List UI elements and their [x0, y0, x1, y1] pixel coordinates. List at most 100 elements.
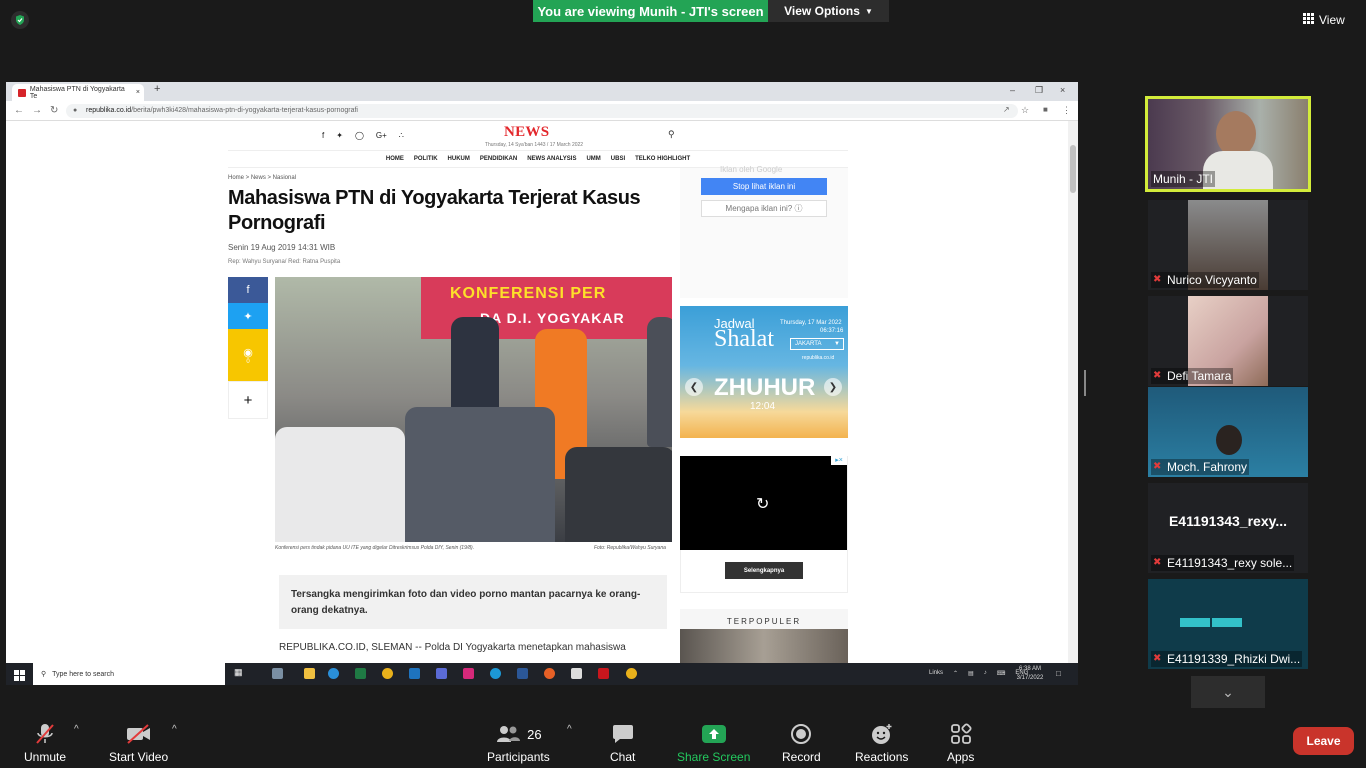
taskbar-search[interactable]: ⚲ Type here to search — [33, 663, 225, 685]
next-arrow-icon[interactable]: ❯ — [824, 378, 842, 396]
participant-tile[interactable]: ✖ Defi Tamara — [1148, 296, 1308, 386]
adchoices-icon[interactable]: ▸× — [831, 456, 847, 465]
close-window-icon[interactable]: × — [1060, 85, 1065, 95]
security-shield-icon[interactable] — [11, 11, 29, 29]
chat-button[interactable]: Chat — [610, 722, 635, 764]
acrobat-icon[interactable] — [598, 668, 609, 679]
mail-icon[interactable] — [409, 668, 420, 679]
participant-tile-active[interactable]: Munih - JTI — [1145, 96, 1311, 192]
chrome-active-icon[interactable] — [626, 668, 637, 679]
apps-button[interactable]: Apps — [947, 722, 974, 764]
shalat-clock: 06:37:16 — [820, 328, 844, 334]
participant-tile[interactable]: ▬▬ ✖ E41191339_Rhizki Dwi... — [1148, 579, 1308, 669]
participants-page-down-button[interactable]: ⌄ — [1191, 676, 1265, 708]
settings-icon[interactable] — [571, 668, 582, 679]
view-button[interactable]: View — [1303, 10, 1357, 30]
participants-button[interactable]: 26 Participants — [487, 722, 550, 764]
prev-arrow-icon[interactable]: ❮ — [685, 378, 703, 396]
participant-big-name: E41191343_rexy... — [1168, 513, 1288, 529]
browser-tab[interactable]: Mahasiswa PTN di Yogyakarta Te × — [12, 84, 144, 101]
forward-icon[interactable]: → — [32, 105, 42, 116]
participants-label: Participants — [487, 750, 550, 764]
links-label[interactable]: Links — [929, 670, 943, 677]
edge-icon[interactable] — [328, 668, 339, 679]
minimize-icon[interactable]: – — [1010, 85, 1015, 95]
facebook-icon[interactable]: f — [322, 131, 324, 140]
network-icon[interactable]: ▤ — [968, 670, 974, 677]
app-icon[interactable] — [272, 668, 283, 679]
share-facebook-button[interactable]: f — [228, 277, 268, 303]
notification-icon[interactable]: □ — [1056, 669, 1061, 678]
participant-tile[interactable]: ✖ Nurico Vicyyanto — [1148, 200, 1308, 290]
nav-item[interactable]: HUKUM — [448, 156, 470, 162]
volume-icon[interactable]: ♪ — [984, 670, 987, 677]
rss-icon[interactable]: ∴ — [399, 131, 404, 140]
windows-start-icon[interactable] — [14, 668, 25, 685]
share-icon[interactable]: ↗ — [1003, 105, 1010, 114]
tab-title: Mahasiswa PTN di Yogyakarta Te — [29, 85, 125, 100]
share-twitter-button[interactable]: ✦ — [228, 303, 268, 329]
menu-dots-icon[interactable]: ⋮ — [1062, 105, 1071, 116]
instagram-icon[interactable]: ◯ — [355, 131, 364, 140]
more-share-button[interactable]: + — [228, 381, 268, 419]
replay-icon[interactable]: ↻ — [756, 494, 769, 514]
ie-icon[interactable] — [490, 668, 501, 679]
url-field[interactable]: ● republika.co.id/berita/pwh3ki428/mahas… — [66, 104, 1018, 118]
person-figure — [565, 447, 672, 542]
participants-caret-icon[interactable]: ^ — [567, 724, 572, 735]
taskbar-clock[interactable]: 6:38 AM 3/17/2022 — [1010, 665, 1050, 683]
excel-icon[interactable] — [355, 668, 366, 679]
back-icon[interactable]: ← — [14, 105, 24, 116]
comment-button[interactable]: ◉ 0 — [228, 329, 268, 381]
read-more-button[interactable]: Selengkapnya — [725, 562, 803, 579]
google-plus-icon[interactable]: G+ — [376, 131, 387, 140]
nav-item[interactable]: NEWS ANALYSIS — [527, 156, 576, 162]
record-button[interactable]: Record — [782, 722, 821, 764]
file-explorer-icon[interactable] — [304, 668, 315, 679]
video-player[interactable]: ↻ ▸× — [680, 456, 847, 550]
store-icon[interactable] — [436, 668, 447, 679]
participant-tile[interactable]: ✖ Moch. Fahrony — [1148, 387, 1308, 477]
video-options-caret-icon[interactable]: ^ — [172, 724, 177, 735]
word-icon[interactable] — [517, 668, 528, 679]
stop-ad-button[interactable]: Stop lihat iklan ini — [701, 178, 827, 195]
nav-item[interactable]: POLITIK — [414, 156, 438, 162]
share-screen-button[interactable]: Share Screen — [677, 722, 750, 764]
reactions-button[interactable]: Reactions — [855, 722, 908, 764]
start-video-button[interactable]: Start Video — [109, 722, 168, 764]
bookmark-star-icon[interactable]: ☆ — [1021, 105, 1029, 116]
scrollbar-thumb[interactable] — [1070, 145, 1076, 193]
tray-icon[interactable]: ⌃ — [953, 670, 958, 677]
city-select[interactable]: JAKARTA ▼ — [790, 338, 844, 350]
panel-resize-handle[interactable] — [1084, 370, 1086, 396]
page-scrollbar[interactable] — [1068, 121, 1078, 663]
search-icon[interactable]: ⚲ — [668, 129, 675, 140]
audio-options-caret-icon[interactable]: ^ — [74, 724, 79, 735]
participant-tile[interactable]: E41191343_rexy... ✖ E41191343_rexy sole..… — [1148, 483, 1308, 573]
view-options-button[interactable]: View Options ▼ — [768, 0, 889, 22]
nav-item[interactable]: HOME — [386, 156, 404, 162]
chrome-icon[interactable] — [382, 668, 393, 679]
extension-icon[interactable]: ■ — [1043, 105, 1048, 114]
article-photo[interactable]: KONFERENSI PER DA D.I. YOGYAKAR — [275, 277, 672, 542]
keyboard-icon[interactable]: ⌨ — [997, 670, 1006, 677]
participant-name: ✖ Nurico Vicyyanto — [1151, 272, 1259, 288]
nav-item[interactable]: UBSI — [611, 156, 625, 162]
reload-icon[interactable]: ↻ — [50, 105, 58, 116]
maximize-icon[interactable]: ❐ — [1035, 85, 1043, 96]
terpopuler-image[interactable] — [680, 629, 848, 663]
nav-item[interactable]: PENDIDIKAN — [480, 156, 517, 162]
twitter-icon[interactable]: ✦ — [336, 131, 343, 140]
why-ad-button[interactable]: Mengapa iklan ini? ⓘ — [701, 200, 827, 217]
leave-button[interactable]: Leave — [1293, 727, 1354, 755]
site-logo[interactable]: NEWS — [504, 124, 549, 141]
close-tab-icon[interactable]: × — [136, 89, 140, 96]
nav-item[interactable]: TELKO HIGHLIGHT — [635, 156, 690, 162]
breadcrumb[interactable]: Home > News > Nasional — [228, 175, 296, 181]
instagram-icon[interactable] — [463, 668, 474, 679]
task-view-icon[interactable]: ▦ — [234, 667, 243, 678]
firefox-icon[interactable] — [544, 668, 555, 679]
nav-item[interactable]: UMM — [586, 156, 600, 162]
unmute-button[interactable]: Unmute — [24, 722, 66, 764]
new-tab-icon[interactable]: + — [154, 83, 160, 95]
